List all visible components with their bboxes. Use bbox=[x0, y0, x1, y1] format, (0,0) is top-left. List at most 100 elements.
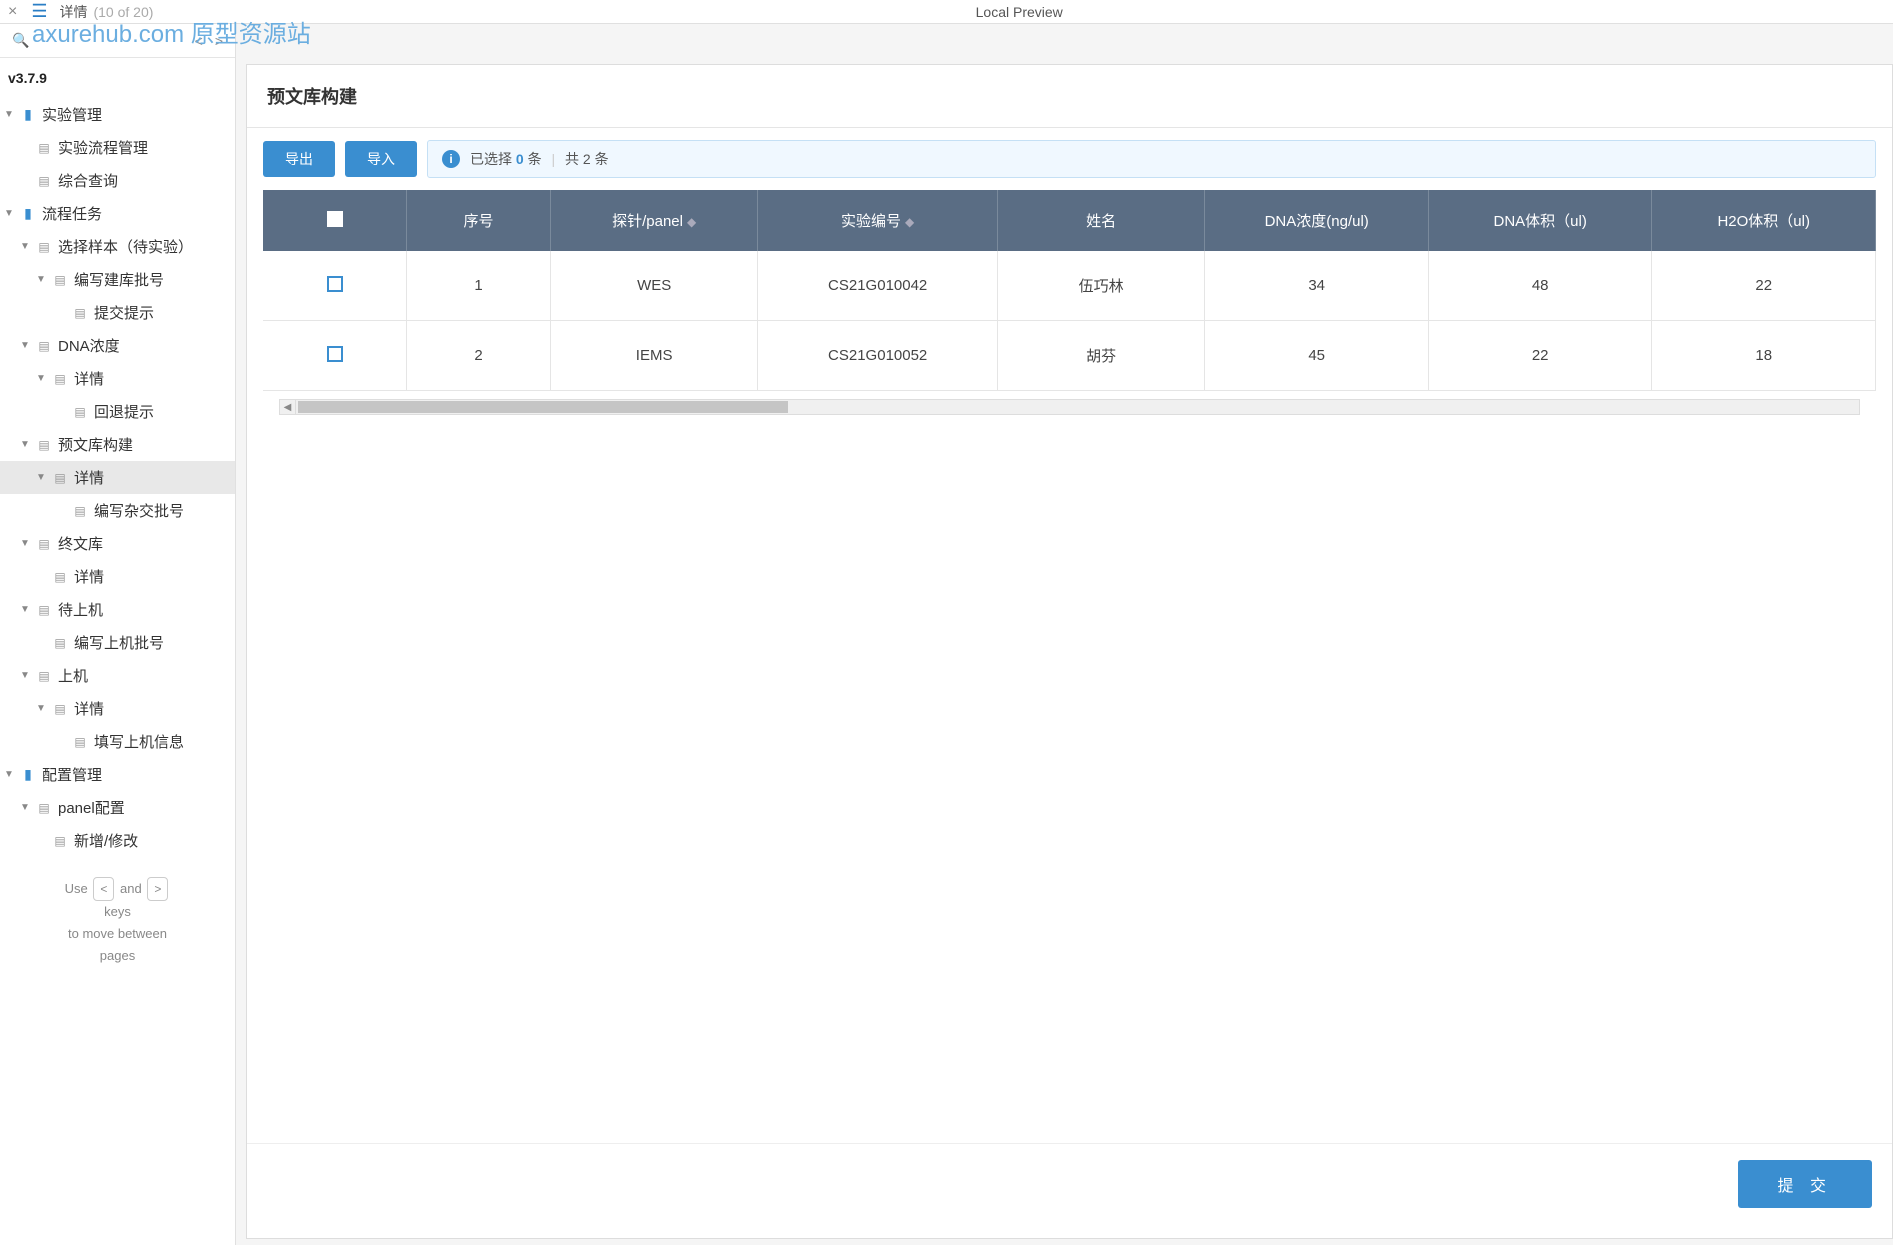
tree-toggle-icon[interactable]: ▼ bbox=[20, 439, 32, 450]
sort-icon[interactable]: ◆ bbox=[687, 215, 696, 229]
page-icon: ▤ bbox=[36, 537, 52, 551]
tree-toggle-icon[interactable]: ▼ bbox=[20, 604, 32, 615]
tree-item[interactable]: ▼▤待上机 bbox=[0, 593, 235, 626]
tree-label: 详情 bbox=[74, 368, 104, 389]
row-checkbox[interactable] bbox=[327, 276, 343, 292]
tree-label: 详情 bbox=[74, 467, 104, 488]
cell-h2o-vol: 22 bbox=[1652, 251, 1876, 321]
tree-item[interactable]: ▼▤编写建库批号 bbox=[0, 263, 235, 296]
tree-item[interactable]: ▼ ▤ 选择样本（待实验） bbox=[0, 230, 235, 263]
tree-item[interactable]: ▼ ▤ 详情 bbox=[0, 461, 235, 494]
selected-suffix: 条 bbox=[528, 151, 542, 167]
tree-label: panel配置 bbox=[58, 797, 125, 818]
top-title: 详情 bbox=[59, 2, 87, 22]
tree-label: 综合查询 bbox=[58, 170, 118, 191]
key-left-icon: < bbox=[93, 877, 114, 901]
horizontal-scrollbar[interactable]: ◀ bbox=[279, 399, 1860, 415]
page-icon: ▤ bbox=[52, 471, 68, 485]
tree-item[interactable]: ▼▮配置管理 bbox=[0, 758, 235, 791]
page-icon: ▤ bbox=[36, 141, 52, 155]
folder-icon: ▮ bbox=[20, 766, 36, 783]
tree-toggle-icon[interactable]: ▼ bbox=[36, 274, 48, 285]
tree-item[interactable]: ▤详情 bbox=[0, 560, 235, 593]
submit-button[interactable]: 提 交 bbox=[1738, 1160, 1872, 1208]
tree-toggle-icon[interactable]: ▼ bbox=[20, 340, 32, 351]
tree-item[interactable]: ▼▮实验管理 bbox=[0, 98, 235, 131]
tree-item[interactable]: ▤提交提示 bbox=[0, 296, 235, 329]
menu-icon[interactable]: ☰ bbox=[31, 1, 47, 22]
page-icon: ▤ bbox=[72, 306, 88, 320]
import-button[interactable]: 导入 bbox=[345, 141, 417, 177]
tree-toggle-icon[interactable]: ▼ bbox=[20, 241, 32, 252]
tree-toggle-icon[interactable]: ▼ bbox=[4, 109, 16, 120]
info-icon: i bbox=[442, 150, 460, 168]
selected-count: 0 bbox=[516, 151, 524, 167]
tree-item[interactable]: ▼▤详情 bbox=[0, 362, 235, 395]
col-dna-conc[interactable]: DNA浓度(ng/ul) bbox=[1205, 190, 1429, 251]
nav-next-icon[interactable]: > bbox=[215, 33, 223, 49]
tree-toggle-icon[interactable]: ▼ bbox=[20, 802, 32, 813]
tree-item[interactable]: ▼▮流程任务 bbox=[0, 197, 235, 230]
tree-item[interactable]: ▼▤终文库 bbox=[0, 527, 235, 560]
export-button[interactable]: 导出 bbox=[263, 141, 335, 177]
select-all-checkbox[interactable] bbox=[327, 211, 343, 227]
tree-toggle-icon[interactable]: ▼ bbox=[20, 538, 32, 549]
page-icon: ▤ bbox=[36, 240, 52, 254]
tree-item[interactable]: ▼▤panel配置 bbox=[0, 791, 235, 824]
col-panel[interactable]: 探针/panel◆ bbox=[550, 190, 758, 251]
sidebar: 🔍 < > v3.7.9 ▼▮实验管理▤实验流程管理▤综合查询▼▮流程任务▼▤选… bbox=[0, 24, 236, 1245]
tree-item[interactable]: ▤填写上机信息 bbox=[0, 725, 235, 758]
hint-text: to move between bbox=[68, 926, 167, 941]
tree-label: DNA浓度 bbox=[58, 335, 120, 356]
selected-prefix: 已选择 bbox=[470, 151, 512, 167]
hint-text: and bbox=[120, 881, 142, 896]
page-icon: ▤ bbox=[52, 702, 68, 716]
nav-hint: Use < and > keys to move between pages bbox=[0, 857, 235, 987]
tree-toggle-icon[interactable]: ▼ bbox=[36, 472, 48, 483]
tree-label: 实验管理 bbox=[42, 104, 102, 125]
tree-label: 编写杂交批号 bbox=[94, 500, 184, 521]
scrollbar-thumb[interactable] bbox=[298, 401, 788, 413]
selection-info: i 已选择 0 条 | 共 2 条 bbox=[427, 140, 1876, 178]
col-expno[interactable]: 实验编号◆ bbox=[758, 190, 997, 251]
cell-dna-vol: 22 bbox=[1428, 321, 1652, 391]
tree-toggle-icon[interactable]: ▼ bbox=[36, 703, 48, 714]
cell-dna-vol: 48 bbox=[1428, 251, 1652, 321]
tree-item[interactable]: ▤编写杂交批号 bbox=[0, 494, 235, 527]
tree-item[interactable]: ▼ ▤ DNA浓度 bbox=[0, 329, 235, 362]
tree-item[interactable]: ▤编写上机批号 bbox=[0, 626, 235, 659]
col-h2o-vol[interactable]: H2O体积（ul) bbox=[1652, 190, 1876, 251]
tree-toggle-icon[interactable]: ▼ bbox=[4, 769, 16, 780]
tree-label: 回退提示 bbox=[94, 401, 154, 422]
col-seq[interactable]: 序号 bbox=[407, 190, 551, 251]
tree-toggle-icon[interactable]: ▼ bbox=[4, 208, 16, 219]
tree-toggle-icon[interactable]: ▼ bbox=[36, 373, 48, 384]
tree-item[interactable]: ▼▤上机 bbox=[0, 659, 235, 692]
tree-item[interactable]: ▤综合查询 bbox=[0, 164, 235, 197]
tree-item[interactable]: ▤ 回退提示 bbox=[0, 395, 235, 428]
scroll-left-icon[interactable]: ◀ bbox=[280, 400, 296, 414]
row-checkbox[interactable] bbox=[327, 346, 343, 362]
toolbar: 导出 导入 i 已选择 0 条 | 共 2 条 bbox=[247, 128, 1892, 190]
tree-item[interactable]: ▤新增/修改 bbox=[0, 824, 235, 857]
tree-item[interactable]: ▤实验流程管理 bbox=[0, 131, 235, 164]
search-icon[interactable]: 🔍 bbox=[12, 32, 29, 49]
tree-label: 详情 bbox=[74, 698, 104, 719]
close-icon[interactable]: × bbox=[8, 3, 17, 21]
page-icon: ▤ bbox=[36, 339, 52, 353]
cell-seq: 1 bbox=[407, 251, 551, 321]
tree-label: 流程任务 bbox=[42, 203, 102, 224]
page-icon: ▤ bbox=[72, 405, 88, 419]
page-icon: ▤ bbox=[36, 603, 52, 617]
tree-label: 选择样本（待实验） bbox=[58, 236, 193, 257]
col-name[interactable]: 姓名 bbox=[997, 190, 1205, 251]
data-table: 序号 探针/panel◆ 实验编号◆ 姓名 DNA浓度(ng/ul) DNA体积… bbox=[263, 190, 1876, 391]
tree-item[interactable]: ▼▤预文库构建 bbox=[0, 428, 235, 461]
col-dna-vol[interactable]: DNA体积（ul) bbox=[1428, 190, 1652, 251]
tree-item[interactable]: ▼ ▤ 详情 bbox=[0, 692, 235, 725]
tree-toggle-icon[interactable]: ▼ bbox=[20, 670, 32, 681]
nav-prev-icon[interactable]: < bbox=[195, 33, 203, 49]
page-icon: ▤ bbox=[72, 735, 88, 749]
tree-label: 新增/修改 bbox=[74, 830, 138, 851]
sort-icon[interactable]: ◆ bbox=[905, 215, 914, 229]
